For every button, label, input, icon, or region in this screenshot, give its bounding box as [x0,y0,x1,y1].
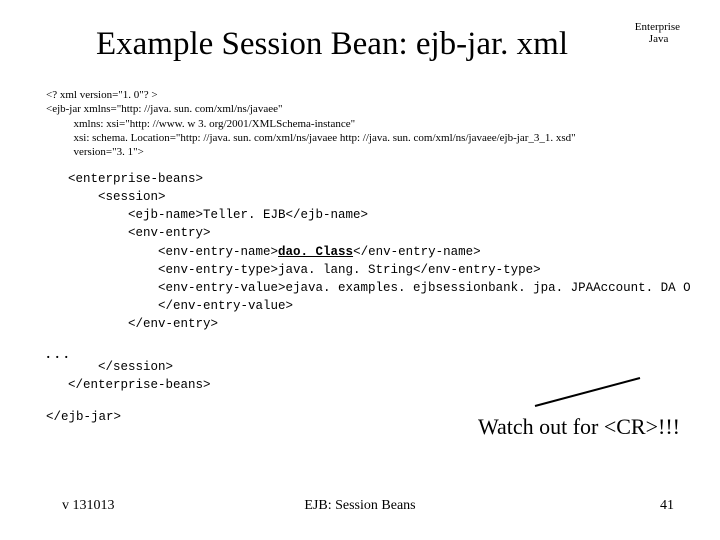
footer-page-number: 41 [660,498,674,514]
code-block-3: </ejb-jar> [46,410,121,424]
dao-class-underlined: dao. Class [278,245,353,259]
warning-text: Watch out for <CR>!!! [478,414,680,440]
logo-line2: Java [635,34,680,46]
code-block-1: <enterprise-beans> <session> <ejb-name>T… [68,170,691,333]
code-block-2: </session> </enterprise-beans> [68,358,211,394]
ellipsis: . . . [46,342,69,363]
page-title: Example Session Bean: ejb-jar. xml [96,26,568,63]
logo-line1: Enterprise [635,22,680,34]
annotation-line-icon [530,374,650,414]
xml-header: <? xml version="1. 0"? > <ejb-jar xmlns=… [46,88,674,159]
footer-title: EJB: Session Beans [0,498,720,514]
slide: Example Session Bean: ejb-jar. xml Enter… [0,0,720,540]
logo: Enterprise Java [635,22,680,45]
